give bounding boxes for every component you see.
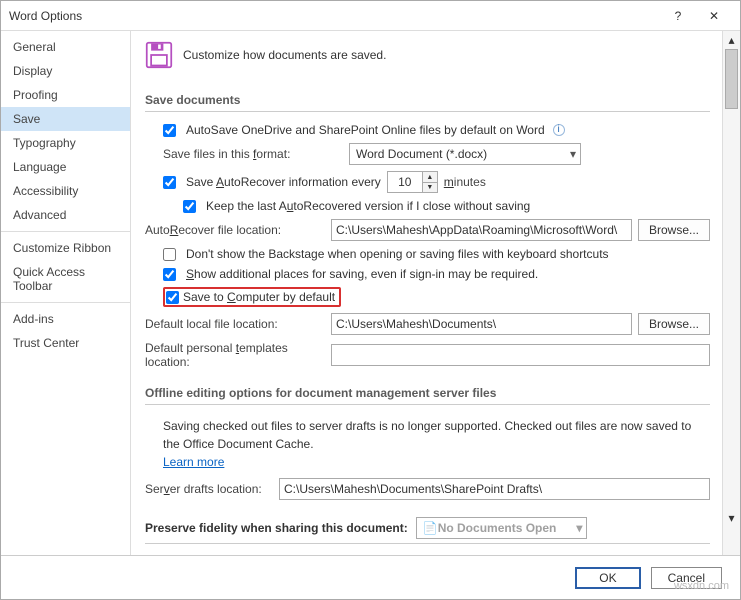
spinner-down[interactable]: ▼ bbox=[423, 182, 437, 192]
row-embed-fonts: Embed fonts in the file i bbox=[145, 552, 710, 555]
sidebar-item-display[interactable]: Display bbox=[1, 59, 130, 83]
row-dont-show-backstage: Don't show the Backstage when opening or… bbox=[145, 244, 710, 264]
help-icon: ? bbox=[675, 9, 682, 23]
page-header: Customize how documents are saved. bbox=[145, 37, 710, 79]
checkbox-save-to-computer[interactable] bbox=[166, 291, 179, 304]
scrollbar[interactable]: ▴ ▾ bbox=[722, 31, 740, 555]
dialog-title: Word Options bbox=[9, 9, 660, 23]
checkbox-show-additional[interactable] bbox=[163, 268, 176, 281]
sidebar-item-language[interactable]: Language bbox=[1, 155, 130, 179]
spinner-autorecover-minutes[interactable]: ▲ ▼ bbox=[387, 171, 438, 193]
content-area: Customize how documents are saved. Save … bbox=[131, 31, 740, 555]
word-options-dialog: Word Options ? ✕ General Display Proofin… bbox=[0, 0, 741, 600]
row-server-drafts: Server drafts location: bbox=[145, 475, 710, 503]
page-subtitle: Customize how documents are saved. bbox=[183, 48, 386, 62]
sidebar: General Display Proofing Save Typography… bbox=[1, 31, 131, 555]
sidebar-item-save[interactable]: Save bbox=[1, 107, 130, 131]
input-templates[interactable] bbox=[331, 344, 710, 366]
row-templates: Default personal templates location: bbox=[145, 338, 710, 372]
checkbox-autosave[interactable] bbox=[163, 124, 176, 137]
info-icon[interactable]: i bbox=[553, 124, 565, 136]
row-autorecover: Save AutoRecover information every ▲ ▼ m… bbox=[145, 168, 710, 196]
content-scroll: Customize how documents are saved. Save … bbox=[131, 31, 722, 555]
browse-default-local-button[interactable]: Browse... bbox=[638, 313, 710, 335]
checkbox-keep-last[interactable] bbox=[183, 200, 196, 213]
input-autorecover-location[interactable] bbox=[331, 219, 632, 241]
sidebar-separator bbox=[1, 231, 130, 232]
section-save-documents: Save documents bbox=[145, 87, 710, 112]
row-autosave: AutoSave OneDrive and SharePoint Online … bbox=[145, 120, 710, 140]
dropdown-fidelity-doc[interactable]: 📄 No Documents Open ▾ bbox=[416, 517, 588, 539]
sidebar-item-typography[interactable]: Typography bbox=[1, 131, 130, 155]
sidebar-separator bbox=[1, 302, 130, 303]
input-default-local[interactable] bbox=[331, 313, 632, 335]
sidebar-item-general[interactable]: General bbox=[1, 35, 130, 59]
checkbox-autorecover[interactable] bbox=[163, 176, 176, 189]
label-no-backstage[interactable]: Don't show the Backstage when opening or… bbox=[186, 247, 609, 261]
section-offline: Offline editing options for document man… bbox=[145, 380, 710, 405]
label-autorecover-1[interactable]: Save AutoRecover information every bbox=[186, 175, 381, 189]
sidebar-item-addins[interactable]: Add-ins bbox=[1, 307, 130, 331]
row-keep-last: Keep the last AutoRecovered version if I… bbox=[145, 196, 710, 216]
chevron-down-icon: ▾ bbox=[576, 521, 582, 535]
browse-autorecover-button[interactable]: Browse... bbox=[638, 219, 710, 241]
titlebar: Word Options ? ✕ bbox=[1, 1, 740, 31]
sidebar-item-customize-ribbon[interactable]: Customize Ribbon bbox=[1, 236, 130, 260]
dropdown-save-format-value: Word Document (*.docx) bbox=[356, 147, 487, 161]
sidebar-item-advanced[interactable]: Advanced bbox=[1, 203, 130, 227]
row-autorecover-location: AutoRecover file location: Browse... bbox=[145, 216, 710, 244]
label-default-local: Default local file location: bbox=[145, 317, 325, 331]
close-button[interactable]: ✕ bbox=[696, 3, 732, 29]
sidebar-item-accessibility[interactable]: Accessibility bbox=[1, 179, 130, 203]
scroll-up-button[interactable]: ▴ bbox=[723, 31, 740, 49]
label-keep-last[interactable]: Keep the last AutoRecovered version if I… bbox=[206, 199, 530, 213]
help-button[interactable]: ? bbox=[660, 3, 696, 29]
sidebar-item-proofing[interactable]: Proofing bbox=[1, 83, 130, 107]
label-server-drafts: Server drafts location: bbox=[145, 482, 273, 496]
offline-text: Saving checked out files to server draft… bbox=[163, 419, 691, 451]
dropdown-save-format[interactable]: Word Document (*.docx) ▾ bbox=[349, 143, 581, 165]
row-save-format: Save files in this format: Word Document… bbox=[145, 140, 710, 168]
scroll-down-button[interactable]: ▾ bbox=[723, 509, 740, 527]
spinner-autorecover-value[interactable] bbox=[388, 175, 422, 189]
cancel-button[interactable]: Cancel bbox=[651, 567, 722, 589]
label-save-to-computer[interactable]: Save to Computer by default bbox=[183, 290, 335, 304]
learn-more-link[interactable]: Learn more bbox=[163, 455, 224, 469]
label-show-additional[interactable]: Show additional places for saving, even … bbox=[186, 267, 538, 281]
dialog-footer: OK Cancel wsxdn.com bbox=[1, 555, 740, 599]
highlight-save-to-computer: Save to Computer by default bbox=[163, 287, 341, 307]
save-disk-icon bbox=[145, 41, 173, 69]
label-preserve-fidelity: Preserve fidelity when sharing this docu… bbox=[145, 521, 408, 535]
dropdown-fidelity-value: No Documents Open bbox=[438, 521, 557, 535]
input-server-drafts[interactable] bbox=[279, 478, 710, 500]
sidebar-item-trust-center[interactable]: Trust Center bbox=[1, 331, 130, 355]
row-save-to-computer: Save to Computer by default bbox=[145, 284, 710, 310]
label-save-format: Save files in this format: bbox=[163, 147, 343, 161]
ok-button[interactable]: OK bbox=[575, 567, 640, 589]
offline-description: Saving checked out files to server draft… bbox=[145, 413, 710, 475]
scroll-thumb[interactable] bbox=[725, 49, 738, 109]
document-icon: 📄 bbox=[423, 521, 438, 535]
label-minutes: minutes bbox=[444, 175, 486, 189]
dialog-body: General Display Proofing Save Typography… bbox=[1, 31, 740, 555]
sidebar-item-quick-access[interactable]: Quick Access Toolbar bbox=[1, 260, 130, 298]
label-autorecover-location: AutoRecover file location: bbox=[145, 223, 325, 237]
row-default-local: Default local file location: Browse... bbox=[145, 310, 710, 338]
row-show-additional: Show additional places for saving, even … bbox=[145, 264, 710, 284]
label-templates: Default personal templates location: bbox=[145, 341, 325, 369]
checkbox-no-backstage[interactable] bbox=[163, 248, 176, 261]
label-autosave[interactable]: AutoSave OneDrive and SharePoint Online … bbox=[186, 123, 545, 137]
spinner-up[interactable]: ▲ bbox=[423, 172, 437, 182]
chevron-down-icon: ▾ bbox=[570, 147, 576, 161]
close-icon: ✕ bbox=[709, 9, 719, 23]
section-preserve-fidelity: Preserve fidelity when sharing this docu… bbox=[145, 511, 710, 544]
